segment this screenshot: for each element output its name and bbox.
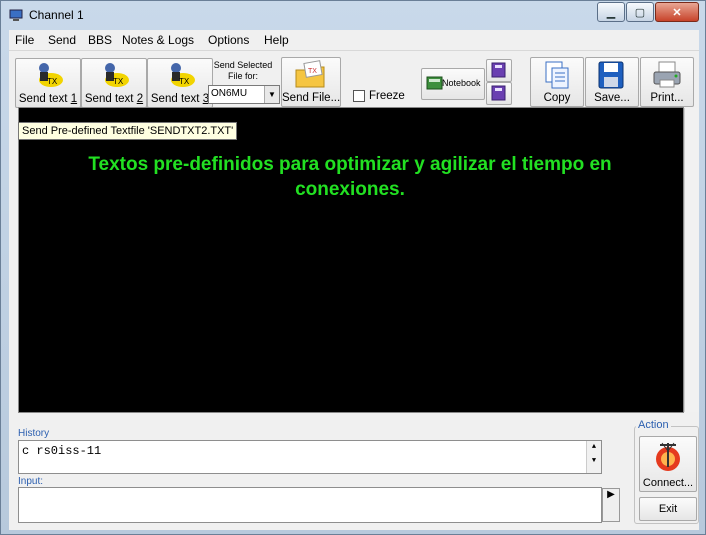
minimize-button[interactable]: ▁ [597, 2, 625, 22]
notebook-label: Notebook [442, 78, 481, 88]
maximize-button[interactable]: ▢ [626, 2, 654, 22]
menu-notes-logs[interactable]: Notes & Logs [122, 33, 194, 47]
copy-icon [545, 61, 569, 89]
send-file-icon: TX [295, 60, 325, 88]
history-scrollbar[interactable]: ▲ ▼ [586, 441, 601, 473]
antenna-connect-icon [656, 442, 680, 471]
tx-person-icon: TX [105, 63, 129, 87]
send-text-1-button[interactable]: TX Send text 1 [15, 58, 81, 108]
svg-text:TX: TX [179, 77, 190, 86]
menu-options[interactable]: Options [208, 33, 249, 47]
input-field[interactable] [18, 487, 602, 523]
history-label: History [18, 428, 50, 439]
svg-text:TX: TX [308, 68, 317, 75]
send-text-3-label: Send text [150, 93, 203, 105]
window-title: Channel 1 [29, 8, 84, 22]
print-button[interactable]: Print... [640, 57, 694, 107]
notebook-button[interactable]: Notebook [421, 68, 485, 100]
title-bar[interactable]: Channel 1 ▁ ▢ ✕ [1, 1, 705, 29]
input-send-icon[interactable]: ▶ [602, 488, 620, 522]
send-text-1-hotkey: 1 [70, 93, 78, 105]
connect-label: Connect... [642, 477, 694, 489]
send-text-3-button[interactable]: TX Send text 3 [147, 58, 213, 108]
callsign-select[interactable]: ON6MU ▼ [208, 85, 280, 104]
send-text-2-hotkey: 2 [136, 93, 144, 105]
freeze-label: Freeze [369, 90, 405, 103]
menu-help[interactable]: Help [264, 33, 289, 47]
send-text-1-label: Send text [18, 93, 71, 105]
action-label: Action [636, 419, 671, 431]
save-label: Save... [594, 92, 630, 104]
terminal-scrollbar[interactable] [684, 108, 699, 412]
copy-label: Copy [543, 92, 571, 104]
connect-button[interactable]: Connect... [639, 436, 697, 492]
freeze-box[interactable] [353, 90, 365, 102]
menu-file[interactable]: File [15, 33, 34, 47]
send-text-2-button[interactable]: TX Send text 2 [81, 58, 147, 108]
copy-button[interactable]: Copy [530, 57, 584, 107]
print-label: Print... [650, 92, 684, 104]
menu-send[interactable]: Send [48, 33, 76, 47]
history-value: c rs0iss-11 [22, 444, 102, 458]
tooltip: Send Pre-defined Textfile 'SENDTXT2.TXT' [18, 122, 238, 140]
book-icon [491, 62, 506, 78]
input-label: Input: [18, 476, 44, 487]
send-file-label: Send File... [282, 92, 341, 104]
history-field[interactable]: c rs0iss-11 ▲ ▼ [18, 440, 602, 474]
app-icon [9, 9, 23, 21]
chevron-down-icon[interactable]: ▼ [264, 86, 279, 103]
menu-bar: File Send BBS Notes & Logs Options Help [9, 30, 699, 51]
send-text-2-label: Send text [84, 93, 137, 105]
send-selected-label: Send Selected File for: [213, 60, 273, 81]
close-button[interactable]: ✕ [655, 2, 699, 22]
freeze-checkbox[interactable]: Freeze [353, 90, 405, 102]
book-icon [491, 85, 506, 101]
overlay-caption: Textos pre-definidos para optimizar y ag… [88, 154, 612, 200]
exit-button[interactable]: Exit [639, 497, 697, 521]
svg-text:TX: TX [113, 77, 124, 86]
tx-person-icon: TX [171, 63, 195, 87]
floppy-disk-icon [598, 61, 624, 89]
menu-bbs[interactable]: BBS [88, 33, 112, 47]
notes-book-2-button[interactable] [486, 82, 512, 105]
callsign-value: ON6MU [211, 88, 248, 99]
tx-person-icon: TX [39, 63, 63, 87]
svg-text:TX: TX [47, 77, 58, 86]
printer-icon [653, 61, 681, 88]
save-button[interactable]: Save... [585, 57, 639, 107]
send-file-button[interactable]: TX Send File... [281, 57, 341, 107]
notes-book-1-button[interactable] [486, 59, 512, 82]
